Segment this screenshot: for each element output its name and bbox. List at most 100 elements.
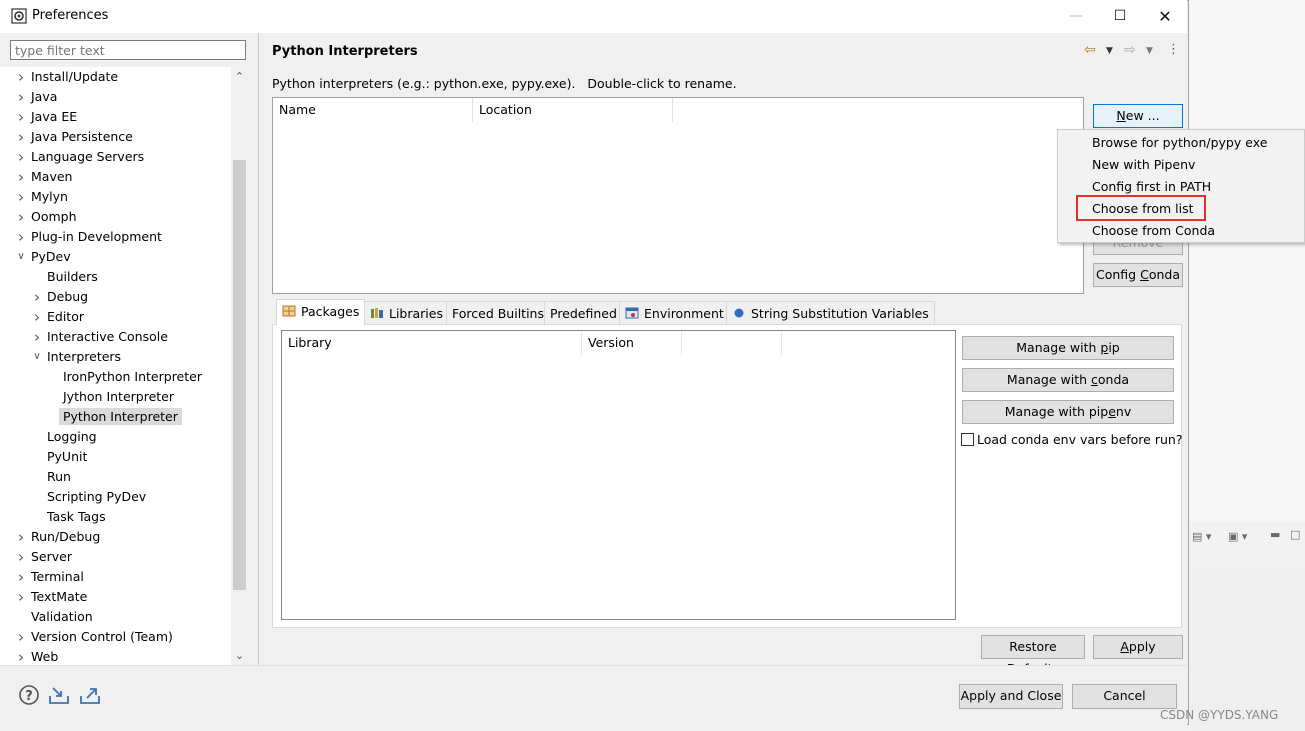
column-header-library[interactable]: Library [282,331,582,355]
chevron-right-icon[interactable]: › [31,287,43,307]
tree-item[interactable]: Task Tags [47,507,106,527]
filter-input[interactable] [10,40,246,60]
chevron-right-icon[interactable]: › [15,527,27,547]
tab-environment[interactable]: Environment [619,301,730,324]
tab-predefined[interactable]: Predefined [544,301,623,324]
tree-item[interactable]: ∨ PyDev [17,247,71,267]
chevron-down-icon[interactable]: ∨ [15,247,27,267]
tree-item[interactable]: Run [47,467,71,487]
tab-packages[interactable]: Packages [276,299,366,325]
chevron-right-icon[interactable]: › [15,147,27,167]
tree-item[interactable]: › Java EE [18,107,77,127]
chevron-right-icon[interactable]: › [15,107,27,127]
tree-item[interactable]: › Run/Debug [18,527,101,547]
tree-item[interactable]: › Mylyn [18,187,68,207]
tree-item[interactable]: PyUnit [47,447,87,467]
tree-item[interactable]: › Oomph [18,207,77,227]
forward-icon[interactable]: ⇨ [1124,42,1136,60]
tree-item-label: Validation [31,609,93,624]
btn-text-pre: Manage with [1016,340,1101,355]
tree-item[interactable]: Jython Interpreter [63,387,174,407]
tree-item[interactable]: Logging [47,427,97,447]
tab-libraries[interactable]: Libraries [364,301,449,324]
manage-with-pipenv-button[interactable]: Manage with pipenv [962,400,1174,424]
import-icon[interactable] [48,684,70,706]
restore-defaults-button[interactable]: Restore Defaults [981,635,1085,676]
chevron-right-icon[interactable]: › [15,167,27,187]
chevron-down-icon[interactable]: ∨ [31,347,43,367]
forward-menu-chevron-icon[interactable]: ▼ [1146,46,1153,64]
tree-item-label: Python Interpreter [59,408,182,425]
more-options-icon[interactable]: ⋮ [1167,42,1180,60]
back-menu-chevron-icon[interactable]: ▼ [1106,46,1113,64]
tree-item[interactable]: Scripting PyDev [47,487,146,507]
tree-item-label: PyDev [31,249,71,264]
library-table[interactable]: Library Version [281,330,956,620]
chevron-right-icon[interactable]: › [15,627,27,647]
new-window-icon[interactable]: ▣ ▾ [1228,530,1247,543]
maximize-button[interactable]: ☐ [1097,0,1143,33]
close-button[interactable]: ✕ [1142,0,1188,33]
column-header-version[interactable]: Version [582,331,682,355]
chevron-right-icon[interactable]: › [15,207,27,227]
config-conda-button[interactable]: Config Conda [1093,263,1183,287]
tree-item[interactable]: › Terminal [18,567,84,587]
tree-item[interactable]: Validation [31,607,93,627]
tree-item[interactable]: › Editor [34,307,84,327]
minimize-view-icon[interactable]: ▬ [1270,528,1280,541]
back-icon[interactable]: ⇦ [1084,42,1096,60]
chevron-right-icon[interactable]: › [31,327,43,347]
tree-item[interactable]: › Interactive Console [34,327,168,347]
tab-string-substitution-variables[interactable]: String Substitution Variables [726,301,935,324]
tree-item[interactable]: ∨ Interpreters [33,347,121,367]
chevron-right-icon[interactable]: › [15,67,27,87]
tree-item[interactable]: › Java [18,87,57,107]
tree-item[interactable]: Python Interpreter [59,407,182,427]
load-conda-checkbox[interactable] [961,433,974,446]
chevron-right-icon[interactable]: › [15,647,27,665]
tree-item[interactable]: › TextMate [18,587,87,607]
chevron-right-icon[interactable]: › [15,567,27,587]
chevron-right-icon[interactable]: › [15,127,27,147]
tree-item[interactable]: › Server [18,547,72,567]
scroll-down-icon[interactable]: ⌄ [231,647,248,664]
btn-mnemonic: c [1091,372,1098,387]
tree-item[interactable]: › Version Control (Team) [18,627,173,647]
tree-item-label: Run/Debug [31,529,101,544]
help-icon[interactable]: ? [18,684,40,706]
tree-item[interactable]: Builders [47,267,98,287]
tree-item[interactable]: › Language Servers [18,147,144,167]
chevron-right-icon[interactable]: › [15,227,27,247]
chevron-right-icon[interactable]: › [15,547,27,567]
minimize-button[interactable]: — [1053,0,1099,33]
tree-item[interactable]: › Plug-in Development [18,227,162,247]
maximize-view-icon[interactable]: □ [1290,528,1300,541]
chevron-right-icon[interactable]: › [15,187,27,207]
scrollbar-thumb[interactable] [233,160,246,590]
column-header-location[interactable]: Location [473,98,673,122]
tree-item[interactable]: › Debug [34,287,88,307]
tree-item[interactable]: › Install/Update [18,67,118,87]
tree-item[interactable]: › Maven [18,167,72,187]
export-icon[interactable] [79,684,101,706]
view-menu-icon[interactable]: ▤ ▾ [1192,530,1211,543]
manage-with-pip-button[interactable]: Manage with pip [962,336,1174,360]
menu-item-browse[interactable]: Browse for python/pypy exe [1092,132,1267,154]
tab-forced-builtins[interactable]: Forced Builtins [446,301,550,324]
chevron-right-icon[interactable]: › [31,307,43,327]
manage-with-conda-button[interactable]: Manage with conda [962,368,1174,392]
chevron-right-icon[interactable]: › [15,87,27,107]
apply-button[interactable]: Apply [1093,635,1183,659]
column-header-name[interactable]: Name [273,98,473,122]
menu-item-choose-from-conda[interactable]: Choose from Conda [1092,220,1215,242]
new-interpreter-button[interactable]: New ... [1093,104,1183,128]
cancel-button[interactable]: Cancel [1072,684,1177,709]
tree-item[interactable]: IronPython Interpreter [63,367,202,387]
tree-item[interactable]: › Java Persistence [18,127,133,147]
scroll-up-icon[interactable]: ⌃ [231,68,248,85]
interpreters-table[interactable]: Name Location [272,97,1084,294]
tree-item[interactable]: › Web [18,647,58,665]
menu-item-new-with-pipenv[interactable]: New with Pipenv [1092,154,1195,176]
apply-and-close-button[interactable]: Apply and Close [959,684,1063,709]
chevron-right-icon[interactable]: › [15,587,27,607]
